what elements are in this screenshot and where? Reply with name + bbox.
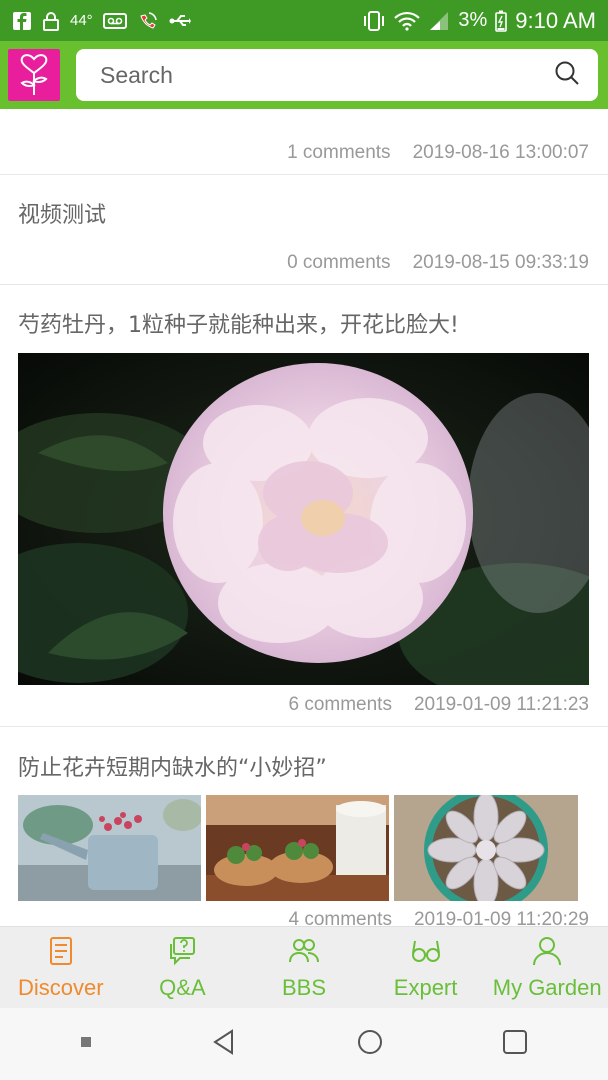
menu-dot-icon[interactable]	[79, 1035, 93, 1054]
tab-bbs[interactable]: BBS	[243, 927, 365, 1008]
post-title: 防止花卉短期内缺水的“小妙招”	[18, 756, 327, 781]
clock: 9:10 AM	[515, 7, 596, 33]
battery-percent: 3%	[458, 9, 488, 31]
post-date: 2019-08-16 13:00:07	[412, 142, 589, 163]
question-chat-icon	[170, 937, 196, 966]
post-date: 2019-01-09 11:20:29	[413, 909, 589, 926]
voicemail-icon	[102, 12, 127, 30]
wifi-icon	[394, 11, 421, 31]
tab-qa-label: Q&A	[159, 975, 206, 1000]
recents-icon[interactable]	[501, 1028, 529, 1061]
search-box[interactable]	[76, 49, 598, 101]
peony-photo[interactable]	[18, 353, 589, 685]
comment-count: 0 comments	[287, 252, 391, 273]
lock-icon	[42, 11, 60, 31]
people-icon	[288, 939, 319, 963]
divider	[0, 284, 608, 285]
tab-expert-label: Expert	[393, 975, 458, 1000]
divider	[0, 726, 608, 727]
usb-icon	[169, 12, 191, 30]
search-icon[interactable]	[554, 60, 580, 91]
tab-my-garden-label: My Garden	[492, 975, 602, 1000]
missed-call-icon	[137, 10, 159, 32]
facebook-icon	[12, 11, 32, 31]
comment-count: 6 comments	[288, 694, 392, 715]
echeveria-photo[interactable]	[394, 795, 578, 901]
document-icon	[49, 937, 72, 965]
app-header	[0, 41, 608, 109]
tab-discover-label: Discover	[18, 975, 104, 1000]
flower-heart-icon	[20, 54, 48, 95]
tab-discover[interactable]: Discover	[0, 927, 122, 1008]
tab-my-garden[interactable]: My Garden	[486, 927, 608, 1008]
post-date: 2019-08-15 09:33:19	[412, 252, 589, 273]
person-icon	[533, 937, 562, 966]
post-date: 2019-01-09 11:21:23	[413, 694, 589, 715]
back-icon[interactable]	[210, 1028, 238, 1061]
post-title: 视频测试	[18, 203, 107, 228]
comment-count: 4 comments	[288, 909, 392, 926]
battery-icon	[495, 10, 508, 32]
discover-feed[interactable]: 1 comments 2019-08-16 13:00:07 视频测试 0 co…	[0, 109, 608, 926]
search-input[interactable]	[100, 61, 554, 89]
app-logo[interactable]	[8, 49, 60, 101]
signal-icon	[428, 11, 450, 31]
watering-can-photo[interactable]	[18, 795, 201, 901]
system-nav-bar	[0, 1008, 608, 1080]
tab-expert[interactable]: Expert	[365, 927, 487, 1008]
temperature-text: 44°	[70, 12, 93, 29]
list-item[interactable]: 1 comments 2019-08-16 13:00:07	[0, 109, 608, 175]
succulent-baskets-photo[interactable]	[206, 795, 389, 901]
home-icon[interactable]	[356, 1028, 384, 1061]
glasses-icon	[411, 940, 440, 962]
comment-count: 1 comments	[287, 142, 391, 163]
tab-qa[interactable]: Q&A	[122, 927, 244, 1008]
post-title: 芍药牡丹，1粒种子就能种出来，开花比脸大!	[18, 313, 459, 338]
bottom-nav: Discover Q&A BBS Expert My Garden	[0, 926, 608, 1008]
tab-bbs-label: BBS	[281, 975, 326, 1000]
status-bar: 44° 3% 9:10 AM	[0, 0, 608, 41]
vibrate-icon	[362, 10, 386, 32]
